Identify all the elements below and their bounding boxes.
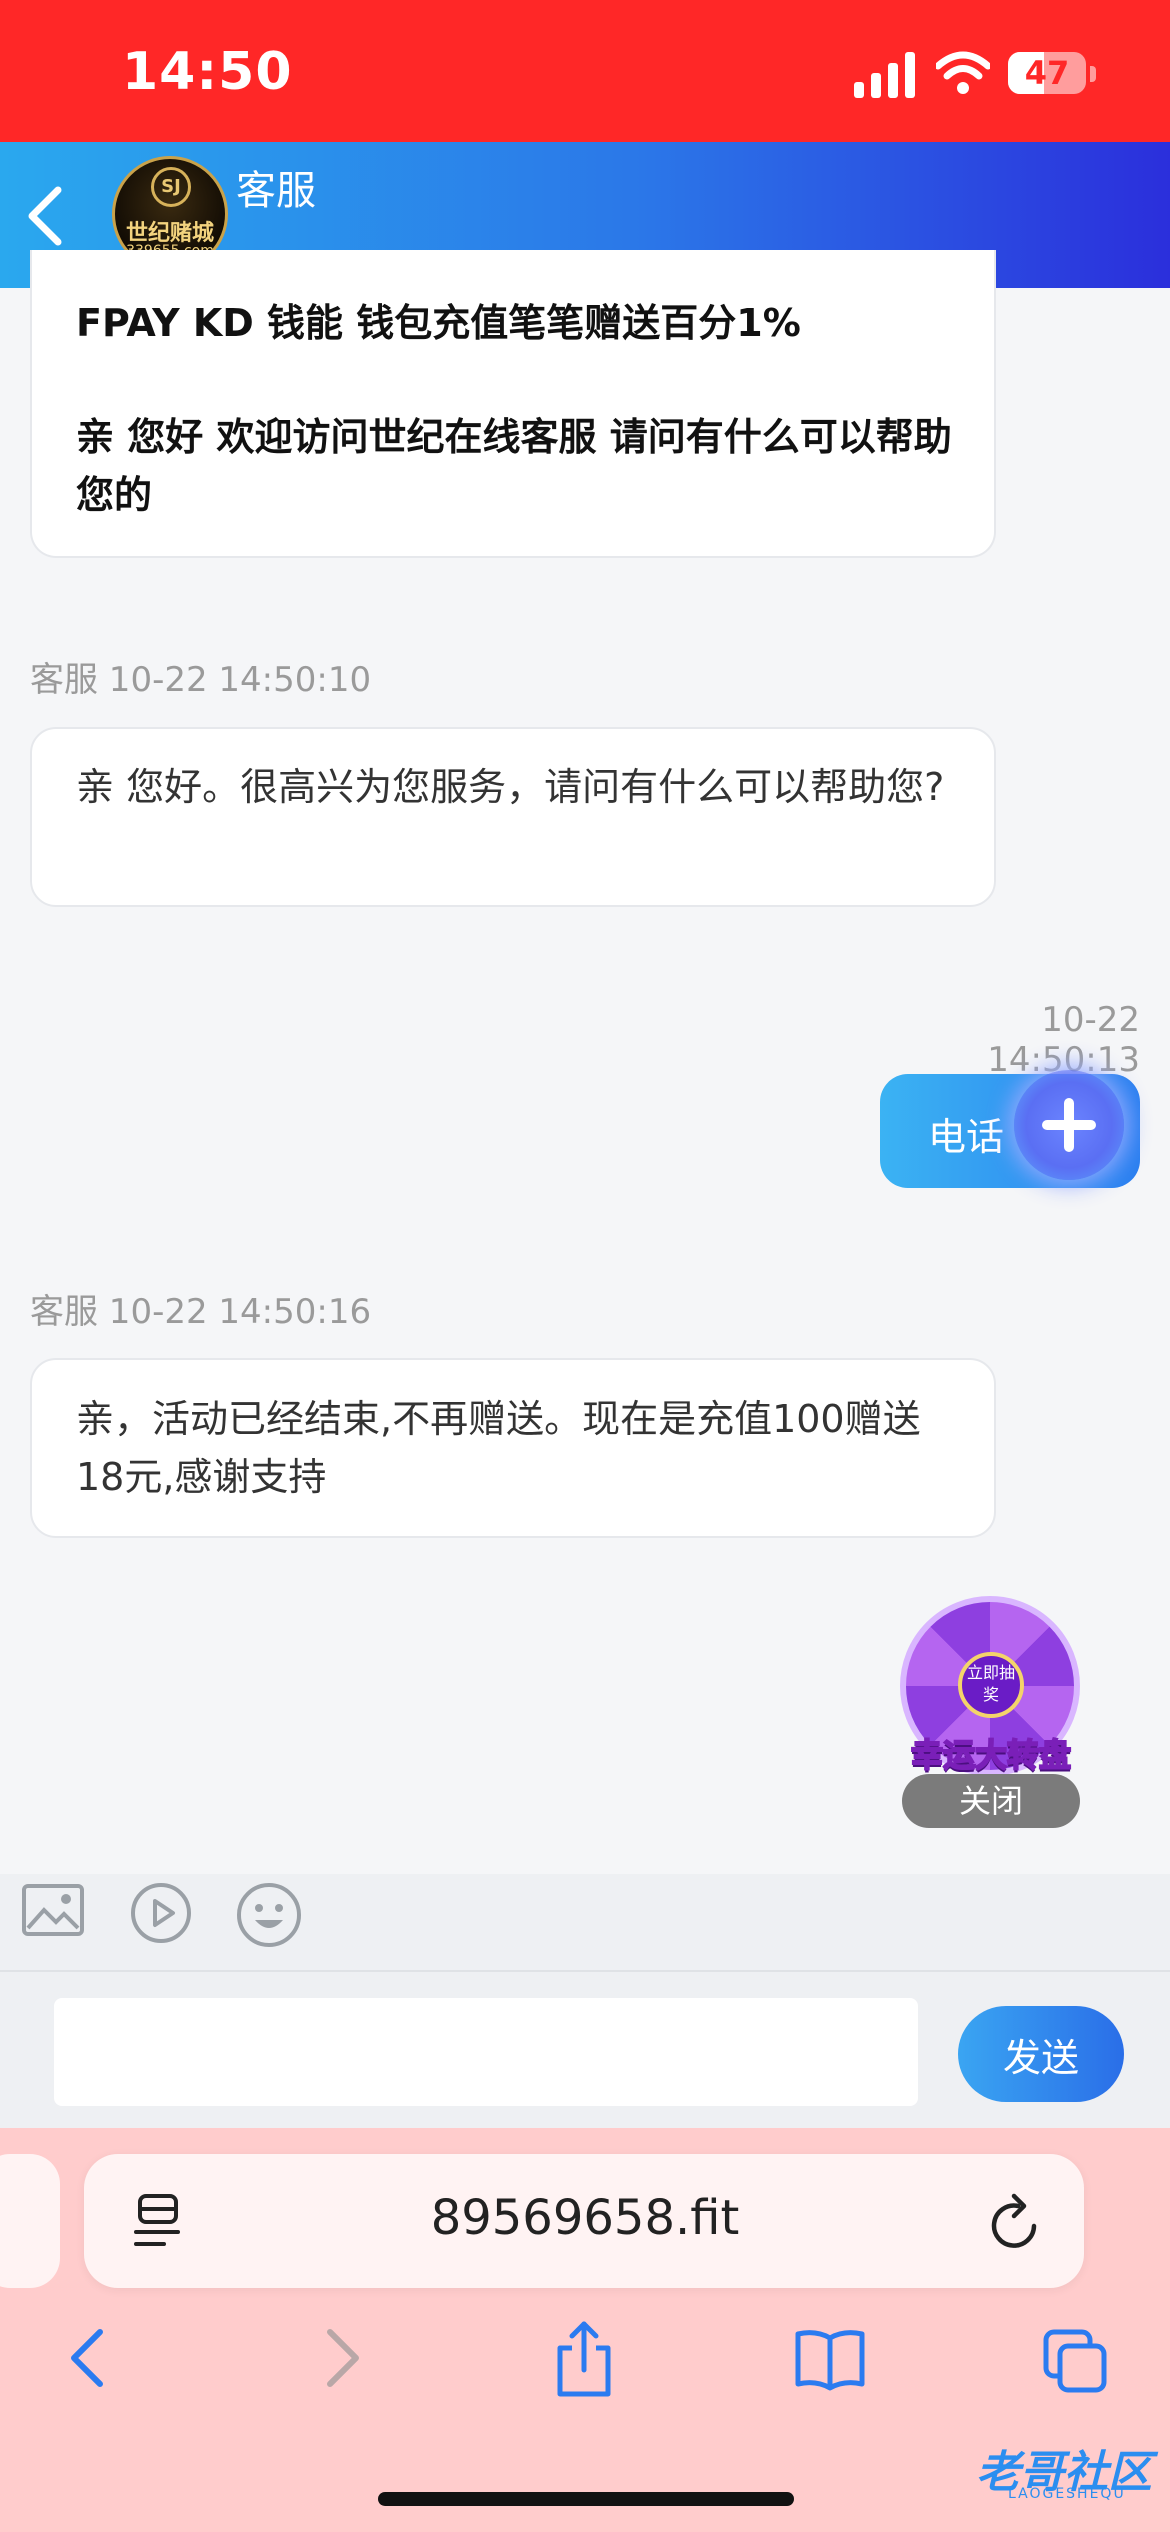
image-icon[interactable]: [22, 1884, 84, 1936]
reload-icon[interactable]: [988, 2192, 1044, 2252]
status-time: 14:50: [122, 42, 293, 102]
reader-icon[interactable]: [132, 2190, 184, 2250]
signal-icon: [854, 52, 915, 98]
battery-level: 47: [1024, 54, 1070, 92]
message-meta: 10-22 14:50:13: [987, 1000, 1140, 1080]
send-button[interactable]: 发送: [958, 2006, 1124, 2102]
video-play-icon[interactable]: [130, 1882, 192, 1944]
tabs-icon[interactable]: [1040, 2318, 1112, 2398]
message-text: FPAY KD 钱能 钱包充值笔笔赠送百分1%: [76, 301, 801, 345]
emoji-icon[interactable]: [236, 1882, 302, 1948]
back-chevron-icon[interactable]: [22, 182, 70, 250]
message-meta: 客服 10-22 14:50:16: [30, 1292, 372, 1332]
message-meta: 客服 10-22 14:50:10: [30, 660, 372, 700]
close-wheel-button[interactable]: 关闭: [902, 1774, 1080, 1828]
battery-icon: 47: [1008, 52, 1096, 96]
watermark-logo: 老哥社区 LAOGESHEQU: [930, 2428, 1160, 2508]
url-text[interactable]: 89569658.fit: [200, 2190, 970, 2246]
floating-plus-button[interactable]: [1014, 1070, 1124, 1180]
message-text: 电话: [928, 1115, 1005, 1159]
agent-message-bubble: [30, 727, 996, 907]
lucky-wheel-label: 幸运大转盘: [910, 1735, 1072, 1775]
home-indicator[interactable]: [378, 2492, 794, 2506]
message-input[interactable]: [54, 1998, 918, 2106]
wifi-icon: [936, 51, 990, 94]
nav-forward-icon[interactable]: [304, 2318, 376, 2398]
previous-tab-preview[interactable]: [0, 2154, 60, 2288]
watermark-subtitle: LAOGESHEQU: [1008, 2486, 1126, 2502]
message-text: 亲 您好 欢迎访问世纪在线客服 请问有什么可以帮助您的: [76, 415, 952, 517]
message-text: 亲 您好。很高兴为您服务，请问有什么可以帮助您?: [76, 765, 945, 809]
logo-initials: SJ: [151, 167, 191, 207]
message-text: 亲，活动已经结束,不再赠送。现在是充值100赠送18元,感谢支持: [76, 1397, 921, 1499]
bookmarks-icon[interactable]: [794, 2318, 866, 2398]
page-title: 客服: [236, 168, 316, 214]
wheel-draw-button[interactable]: 立即抽奖: [958, 1652, 1024, 1718]
nav-back-icon[interactable]: [54, 2318, 126, 2398]
share-icon[interactable]: [548, 2318, 620, 2398]
